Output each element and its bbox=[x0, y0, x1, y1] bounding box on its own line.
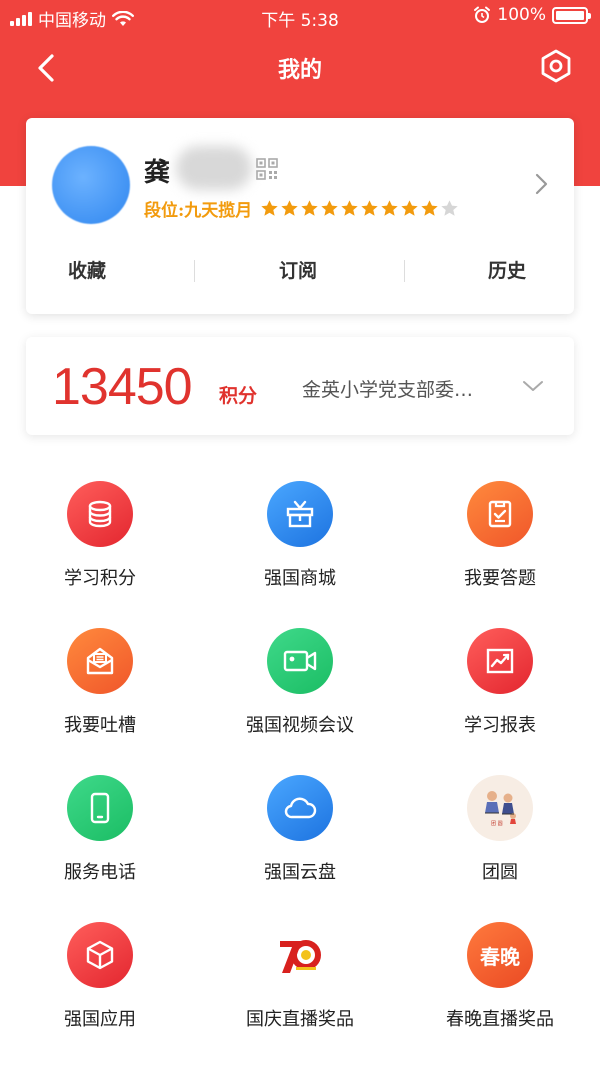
grid-item-study-report[interactable]: 学习报表 bbox=[400, 628, 600, 737]
chevron-down-icon[interactable] bbox=[522, 379, 544, 393]
svg-text:团 圆: 团 圆 bbox=[491, 821, 503, 827]
tab-history[interactable]: 历史 bbox=[488, 256, 526, 283]
profile-tabs: 收藏 订阅 历史 bbox=[26, 252, 574, 288]
score-card[interactable]: 13450 积分 金英小学党支部委… bbox=[26, 337, 574, 435]
settings-hexagon-icon[interactable] bbox=[536, 46, 576, 86]
tab-favorites[interactable]: 收藏 bbox=[68, 256, 106, 283]
star-filled-icon bbox=[361, 200, 378, 216]
grid-item-feedback[interactable]: 我要吐槽 bbox=[0, 628, 200, 737]
star-filled-icon bbox=[341, 200, 358, 216]
family-illustration-icon: 团 圆 bbox=[467, 775, 533, 841]
avatar[interactable] bbox=[52, 146, 130, 224]
star-filled-icon bbox=[281, 200, 298, 216]
rank-row: 段位:九天揽月 bbox=[144, 196, 459, 221]
chevron-right-icon[interactable] bbox=[534, 172, 550, 196]
star-filled-icon bbox=[421, 200, 438, 216]
grid-label: 服务电话 bbox=[64, 862, 136, 883]
grid-item-answer-quiz[interactable]: 我要答题 bbox=[400, 481, 600, 590]
name-redaction-blur bbox=[176, 146, 252, 190]
grid-item-video-meeting[interactable]: 强国视频会议 bbox=[200, 628, 400, 737]
grid-item-spring-gala-prizes[interactable]: 春晚 春晚直播奖品 bbox=[400, 922, 600, 1031]
alarm-icon bbox=[474, 6, 491, 23]
grid-item-mall[interactable]: 强国商城 bbox=[200, 481, 400, 590]
qr-code-icon[interactable] bbox=[256, 158, 278, 180]
page-title: 我的 bbox=[277, 58, 322, 83]
status-right: 100% bbox=[473, 5, 591, 25]
grid-item-reunion[interactable]: 团 圆 团圆 bbox=[400, 775, 600, 884]
grid-label: 学习报表 bbox=[464, 715, 536, 736]
video-camera-icon bbox=[267, 628, 333, 694]
grid-label: 我要答题 bbox=[464, 568, 536, 589]
grid-item-cloud-drive[interactable]: 强国云盘 bbox=[200, 775, 400, 884]
tab-divider bbox=[404, 260, 405, 282]
mobile-phone-icon bbox=[67, 775, 133, 841]
grid-label: 国庆直播奖品 bbox=[246, 1009, 354, 1030]
database-icon bbox=[67, 481, 133, 547]
star-filled-icon bbox=[381, 200, 398, 216]
grid-label: 春晚直播奖品 bbox=[446, 1009, 554, 1030]
grid-label: 团圆 bbox=[482, 862, 518, 883]
battery-icon bbox=[552, 6, 591, 24]
clipboard-check-icon bbox=[467, 481, 533, 547]
star-filled-icon bbox=[401, 200, 418, 216]
grid-label: 我要吐槽 bbox=[64, 715, 136, 736]
gift-box-icon bbox=[267, 481, 333, 547]
cube-icon bbox=[67, 922, 133, 988]
chart-trend-icon bbox=[467, 628, 533, 694]
rank-stars bbox=[260, 199, 459, 218]
user-name: 龚 bbox=[144, 158, 171, 188]
grid-item-apps[interactable]: 强国应用 bbox=[0, 922, 200, 1031]
star-filled-icon bbox=[301, 200, 318, 216]
grid-label: 强国商城 bbox=[264, 568, 336, 589]
grid-label: 强国视频会议 bbox=[246, 715, 354, 736]
star-filled-icon bbox=[321, 200, 338, 216]
grid-label: 强国应用 bbox=[64, 1009, 136, 1030]
seventy-anniversary-logo-icon bbox=[267, 922, 333, 988]
profile-card[interactable]: 龚 段位:九天揽月 收藏 订阅 历史 bbox=[26, 118, 574, 314]
score-value: 13450 bbox=[52, 358, 193, 416]
tab-divider bbox=[194, 260, 195, 282]
battery-percent: 100% bbox=[497, 5, 546, 25]
chunwan-icon: 春晚 bbox=[467, 922, 533, 988]
grid-item-service-phone[interactable]: 服务电话 bbox=[0, 775, 200, 884]
grid-label: 强国云盘 bbox=[264, 862, 336, 883]
status-bar: 中国移动 下午 5:38 100% bbox=[0, 0, 600, 34]
star-filled-icon bbox=[261, 200, 278, 216]
envelope-open-icon bbox=[67, 628, 133, 694]
grid-item-study-points[interactable]: 学习积分 bbox=[0, 481, 200, 590]
grid-label: 学习积分 bbox=[64, 568, 136, 589]
grid-item-national-day-prizes[interactable]: 国庆直播奖品 bbox=[200, 922, 400, 1031]
score-unit: 积分 bbox=[219, 385, 258, 407]
organization-name[interactable]: 金英小学党支部委… bbox=[302, 375, 473, 402]
cloud-icon bbox=[267, 775, 333, 841]
rank-label: 段位:九天揽月 bbox=[144, 201, 253, 221]
tab-subscriptions[interactable]: 订阅 bbox=[279, 256, 317, 283]
star-empty-icon bbox=[441, 200, 458, 216]
